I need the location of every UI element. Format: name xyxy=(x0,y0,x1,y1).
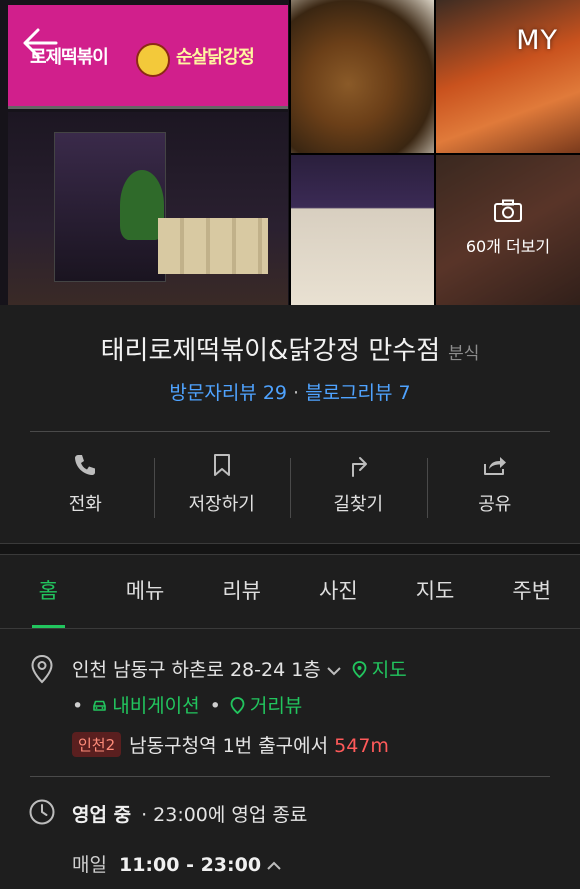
phone-icon xyxy=(75,455,96,475)
place-title: 태리로제떡볶이&닭강정 만수점 xyxy=(100,336,441,366)
place-category: 분식 xyxy=(448,344,480,364)
map-link[interactable]: 지도 xyxy=(351,659,407,681)
share-button[interactable]: 공유 xyxy=(426,452,564,524)
daily-label: 매일 xyxy=(72,854,107,876)
tab-bar: 홈 메뉴 리뷰 사진 지도 주변 xyxy=(0,555,580,628)
share-label: 공유 xyxy=(478,494,512,515)
tab-menu[interactable]: 메뉴 xyxy=(97,555,194,628)
map-pin-icon xyxy=(352,661,367,678)
address-row: 인천 남동구 하촌로 28-24 1층 지도 xyxy=(72,655,407,682)
subway-distance: 547m xyxy=(334,735,389,757)
boxes xyxy=(158,218,268,274)
business-hours: 11:00 - 23:00 xyxy=(118,854,262,876)
arrow-left-icon[interactable] xyxy=(20,26,60,60)
divider xyxy=(0,628,580,629)
blog-reviews-link[interactable]: 블로그리뷰 7 xyxy=(305,382,411,404)
bullet: • xyxy=(209,695,221,717)
subway-text: 남동구청역 1번 출구에서 xyxy=(129,735,329,757)
business-status-row: 영업 중 · 23:00에 영업 종료 xyxy=(72,800,307,827)
directions-icon xyxy=(352,457,368,477)
food-photo-tteokbokki[interactable] xyxy=(436,0,580,153)
streetview-link[interactable]: 거리뷰 xyxy=(229,695,302,717)
chevron-down-icon[interactable] xyxy=(327,666,341,676)
location-pin-icon xyxy=(31,654,53,684)
tab-map[interactable]: 지도 xyxy=(387,555,484,628)
review-links: 방문자리뷰 29 · 블로그리뷰 7 xyxy=(0,378,580,405)
car-icon xyxy=(93,700,107,711)
camera-icon xyxy=(494,199,522,222)
menu-board-photo[interactable] xyxy=(291,155,434,305)
directions-button[interactable]: 길찾기 xyxy=(290,452,427,524)
status-detail: · 23:00에 영업 종료 xyxy=(141,804,308,826)
photo-gallery[interactable]: 로제떡볶이 순살닭강정 60개 더보기 xyxy=(0,0,580,305)
clock-icon xyxy=(29,799,55,825)
hours-row[interactable]: 매일 11:00 - 23:00 xyxy=(72,850,291,877)
place-title-row: 태리로제떡볶이&닭강정 만수점 분식 xyxy=(0,330,580,367)
bullet: • xyxy=(72,695,84,717)
navigation-link[interactable]: 내비게이션 xyxy=(91,695,200,717)
separator-dot: · xyxy=(293,382,300,404)
more-photos-label: 60개 더보기 xyxy=(465,237,551,256)
streetview-pin-icon xyxy=(230,697,245,714)
call-label: 전화 xyxy=(68,494,102,515)
my-button[interactable]: MY xyxy=(516,25,558,56)
visitor-reviews-link[interactable]: 방문자리뷰 29 xyxy=(169,382,287,404)
divider xyxy=(30,776,550,777)
tab-home[interactable]: 홈 xyxy=(0,555,97,628)
sign-logo xyxy=(136,43,170,77)
food-photo-chicken[interactable] xyxy=(291,0,434,153)
section-band xyxy=(0,543,580,555)
navigation-link-label: 내비게이션 xyxy=(112,695,200,717)
tab-nearby[interactable]: 주변 xyxy=(483,555,580,628)
chevron-up-icon[interactable] xyxy=(267,861,281,871)
more-photos-tile[interactable]: 60개 더보기 xyxy=(436,155,580,305)
address-text[interactable]: 인천 남동구 하촌로 28-24 1층 xyxy=(72,659,321,681)
share-icon xyxy=(483,457,506,475)
directions-label: 길찾기 xyxy=(333,494,384,515)
subway-row: 인천2 남동구청역 1번 출구에서 547m xyxy=(72,731,389,758)
bookmark-icon xyxy=(213,454,230,476)
streetview-link-label: 거리뷰 xyxy=(249,695,303,717)
tab-photos[interactable]: 사진 xyxy=(290,555,387,628)
action-bar: 전화 저장하기 길찾기 공유 xyxy=(17,452,563,524)
call-button[interactable]: 전화 xyxy=(17,452,154,524)
subway-line-badge: 인천2 xyxy=(72,732,122,757)
map-link-label: 지도 xyxy=(371,659,407,681)
tab-reviews[interactable]: 리뷰 xyxy=(193,555,290,628)
store-front xyxy=(8,112,288,305)
more-photos-button[interactable]: 60개 더보기 xyxy=(436,199,580,257)
sign-text-right: 순살닭강정 xyxy=(176,47,255,68)
save-label: 저장하기 xyxy=(188,494,255,515)
open-status: 영업 중 xyxy=(72,804,132,826)
navigation-row: • 내비게이션 • 거리뷰 xyxy=(72,691,302,718)
divider xyxy=(30,431,550,432)
save-button[interactable]: 저장하기 xyxy=(153,452,291,524)
